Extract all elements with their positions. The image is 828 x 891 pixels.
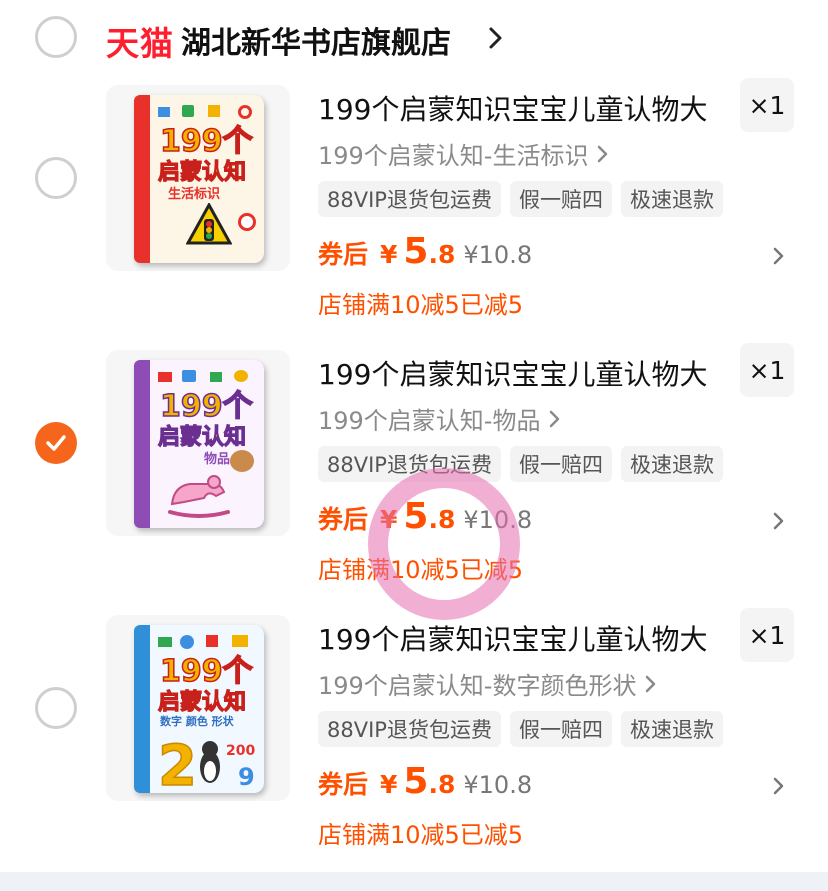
original-price: ¥10.8 <box>463 771 533 799</box>
chevron-right-icon <box>550 410 560 427</box>
currency-symbol: ¥ <box>380 770 398 799</box>
original-price: ¥10.8 <box>463 241 533 269</box>
svg-text:启蒙认知: 启蒙认知 <box>158 689 246 713</box>
service-tags: 88VIP退货包运费 假一赔四 极速退款 <box>318 446 723 482</box>
tmall-logo: 天猫 <box>106 24 174 63</box>
service-tag: 极速退款 <box>620 711 723 747</box>
price-integer: 5 <box>403 761 429 802</box>
promo-text: 店铺满10减5已减5 <box>318 556 524 584</box>
price-label: 券后 <box>318 240 369 269</box>
book-cover-image: 199个 启蒙认知 生活标识 <box>134 95 264 263</box>
service-tag: 极速退款 <box>620 446 723 482</box>
item-select-radio-checked[interactable] <box>35 422 77 464</box>
product-thumbnail[interactable]: 199个 启蒙认知 生活标识 <box>106 85 290 271</box>
price-decimal: .8 <box>428 770 456 799</box>
sku-selector[interactable]: 199个启蒙认知-物品 <box>318 401 562 436</box>
item-select-radio[interactable] <box>35 157 77 199</box>
sku-label: 199个启蒙认知-物品 <box>318 407 541 435</box>
chevron-right-icon[interactable] <box>772 510 786 532</box>
chevron-right-icon[interactable] <box>772 245 786 267</box>
book-cover-image: 199个 启蒙认知 数字 颜色 形状 2 200 9 <box>134 625 264 793</box>
svg-text:200: 200 <box>226 743 255 759</box>
svg-text:启蒙认知: 启蒙认知 <box>158 424 246 448</box>
product-thumbnail[interactable]: 199个 启蒙认知 数字 颜色 形状 2 200 9 <box>106 615 290 801</box>
svg-text:启蒙认知: 启蒙认知 <box>158 159 246 183</box>
service-tag: 88VIP退货包运费 <box>318 181 501 217</box>
svg-text:199个: 199个 <box>160 124 254 159</box>
service-tag: 假一赔四 <box>509 181 612 217</box>
service-tag: 假一赔四 <box>509 711 612 747</box>
service-tag: 假一赔四 <box>509 446 612 482</box>
product-title[interactable]: 199个启蒙知识宝宝儿童认物大 <box>318 88 707 128</box>
promo-text: 店铺满10减5已减5 <box>318 821 524 849</box>
sku-label: 199个启蒙认知-生活标识 <box>318 142 589 170</box>
sku-label: 199个启蒙认知-数字颜色形状 <box>318 672 637 700</box>
currency-symbol: ¥ <box>380 240 398 269</box>
bottom-divider <box>0 872 828 891</box>
sku-selector[interactable]: 199个启蒙认知-数字颜色形状 <box>318 666 658 701</box>
store-select-radio[interactable] <box>35 16 77 58</box>
product-title[interactable]: 199个启蒙知识宝宝儿童认物大 <box>318 353 707 393</box>
price-row: 券后 ¥ 5 .8 ¥10.8 <box>318 761 532 802</box>
chevron-right-icon <box>598 145 608 162</box>
product-title[interactable]: 199个启蒙知识宝宝儿童认物大 <box>318 618 707 658</box>
price-integer: 5 <box>403 496 429 537</box>
item-select-radio[interactable] <box>35 687 77 729</box>
service-tags: 88VIP退货包运费 假一赔四 极速退款 <box>318 711 723 747</box>
checkmark-icon <box>46 435 66 451</box>
service-tag: 88VIP退货包运费 <box>318 446 501 482</box>
price-decimal: .8 <box>428 505 456 534</box>
cart-item: 199个 启蒙认知 生活标识 199个启蒙知识宝宝儿童认物大 ×1 199个启蒙… <box>0 78 828 328</box>
price-row: 券后 ¥ 5 .8 ¥10.8 <box>318 496 532 537</box>
cart-item: 199个 启蒙认知 数字 颜色 形状 2 200 9 199个启蒙知识宝宝儿童认… <box>0 608 828 858</box>
service-tag: 极速退款 <box>620 181 723 217</box>
price-row: 券后 ¥ 5 .8 ¥10.8 <box>318 231 532 272</box>
product-thumbnail[interactable]: 199个 启蒙认知 物品 <box>106 350 290 536</box>
price-integer: 5 <box>403 231 429 272</box>
svg-text:199个: 199个 <box>160 389 254 424</box>
svg-text:9: 9 <box>238 763 255 789</box>
book-cover-image: 199个 启蒙认知 物品 <box>134 360 264 528</box>
currency-symbol: ¥ <box>380 505 398 534</box>
quantity-badge[interactable]: ×1 <box>740 343 794 397</box>
promo-text: 店铺满10减5已减5 <box>318 291 524 319</box>
service-tags: 88VIP退货包运费 假一赔四 极速退款 <box>318 181 723 217</box>
svg-text:2: 2 <box>158 734 197 789</box>
store-name-link[interactable]: 湖北新华书店旗舰店 <box>181 18 451 62</box>
original-price: ¥10.8 <box>463 506 533 534</box>
quantity-badge[interactable]: ×1 <box>740 608 794 662</box>
sku-selector[interactable]: 199个启蒙认知-生活标识 <box>318 136 610 171</box>
svg-text:199个: 199个 <box>160 654 254 689</box>
service-tag: 88VIP退货包运费 <box>318 711 501 747</box>
price-label: 券后 <box>318 505 369 534</box>
price-decimal: .8 <box>428 240 456 269</box>
chevron-right-icon[interactable] <box>772 775 786 797</box>
price-label: 券后 <box>318 770 369 799</box>
cart-item: 199个 启蒙认知 物品 199个启蒙知识宝宝儿童认物大 ×1 199个启蒙认知… <box>0 343 828 593</box>
chevron-right-icon[interactable] <box>484 24 508 52</box>
chevron-right-icon <box>646 675 656 692</box>
quantity-badge[interactable]: ×1 <box>740 78 794 132</box>
store-header: 天猫 湖北新华书店旗舰店 <box>0 0 828 78</box>
